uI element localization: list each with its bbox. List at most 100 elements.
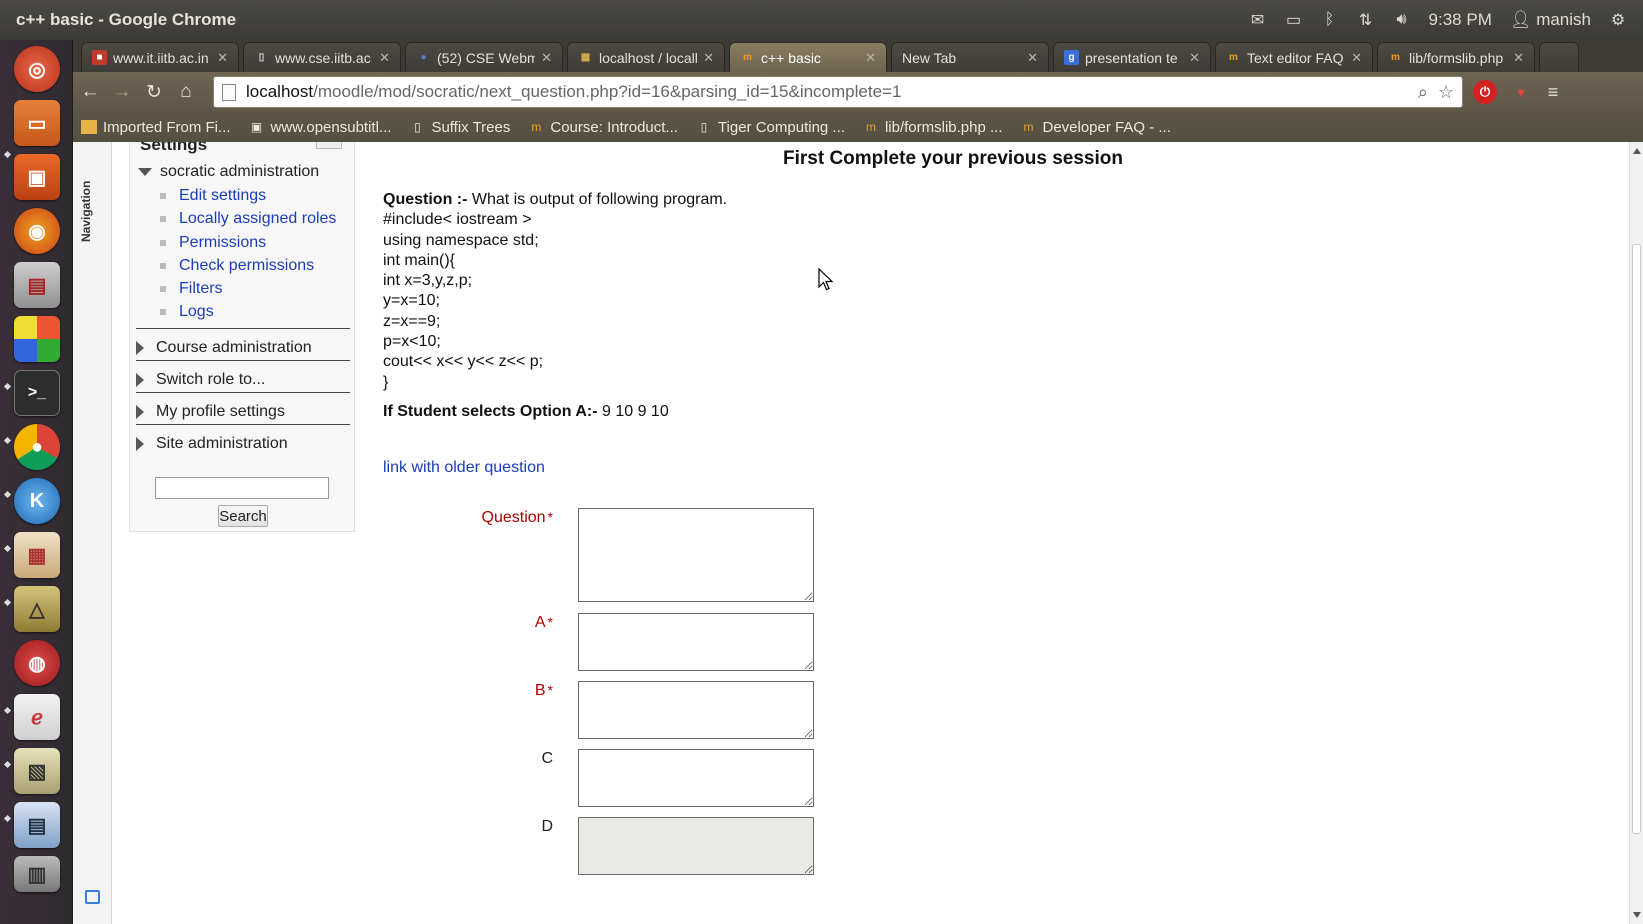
bookmark-formslib[interactable]: m lib/formslib.php ... xyxy=(863,119,1003,136)
branch-switch-role[interactable]: Switch role to... xyxy=(136,360,350,392)
user-name: manish xyxy=(1536,10,1591,29)
settings-search-input[interactable] xyxy=(155,477,329,499)
game-icon[interactable] xyxy=(14,316,60,362)
link-locally-assigned-roles[interactable]: Locally assigned roles xyxy=(160,210,336,228)
tab-new-tab[interactable]: New Tab ✕ xyxy=(891,42,1049,72)
scroll-up-icon[interactable] xyxy=(1633,148,1641,154)
home-icon[interactable]: ⌂ xyxy=(173,79,199,105)
bookmark-developer-faq[interactable]: m Developer FAQ - ... xyxy=(1020,119,1170,136)
link-filters[interactable]: Filters xyxy=(160,280,223,298)
volume-icon[interactable]: 🔊︎ xyxy=(1393,11,1411,29)
tab-cse-webmail[interactable]: ● (52) CSE Webma ✕ xyxy=(405,42,563,72)
extension-icon[interactable]: ▼ xyxy=(1509,80,1533,104)
browser-toolbar: ← → ↻ ⌂ localhost/moodle/mod/socratic/ne… xyxy=(73,72,1643,112)
user-menu[interactable]: 👤︎ manish xyxy=(1510,10,1591,30)
scroll-thumb[interactable] xyxy=(1632,244,1641,834)
required-icon: * xyxy=(547,509,553,525)
page-info-icon[interactable] xyxy=(222,83,236,101)
page-scrollbar[interactable] xyxy=(1629,142,1643,924)
question-textarea[interactable] xyxy=(578,508,814,602)
battery-icon[interactable]: ▭ xyxy=(1285,11,1303,29)
panel-clock[interactable]: 9:38 PM xyxy=(1429,10,1492,30)
option-a-textarea[interactable] xyxy=(578,613,814,671)
close-icon[interactable]: ✕ xyxy=(379,50,390,66)
option-label: If Student selects Option A:- xyxy=(383,403,598,420)
firefox-icon[interactable]: ◉ xyxy=(14,208,60,254)
tab-presentation[interactable]: g presentation te ✕ xyxy=(1053,42,1211,72)
network-icon[interactable]: ⇅ xyxy=(1357,11,1375,29)
tab-cse-iitb[interactable]: ▯ www.cse.iitb.ac ✕ xyxy=(243,42,401,72)
close-icon[interactable]: ✕ xyxy=(217,50,228,66)
branch-course-administration[interactable]: Course administration xyxy=(136,328,350,360)
chrome-icon[interactable]: ● xyxy=(14,424,60,470)
branch-site-administration[interactable]: Site administration xyxy=(136,424,350,456)
bullet-icon xyxy=(160,286,166,292)
tab-label: New Tab xyxy=(902,49,957,66)
bookmark-imported[interactable]: Imported From Fi... xyxy=(81,119,231,136)
option-b-textarea[interactable] xyxy=(578,681,814,739)
bookmark-suffix-trees[interactable]: ▯ Suffix Trees xyxy=(409,119,510,136)
close-icon[interactable]: ✕ xyxy=(865,50,876,66)
bookmark-tiger[interactable]: ▯ Tiger Computing ... xyxy=(696,119,845,136)
power-icon[interactable]: ⚙ xyxy=(1609,11,1627,29)
kde-icon[interactable]: K xyxy=(14,478,60,524)
forward-icon[interactable]: → xyxy=(109,79,135,105)
option-d-textarea[interactable] xyxy=(578,817,814,875)
network-manager-icon[interactable]: ◍ xyxy=(14,640,60,686)
tab-cpp-basic[interactable]: m c++ basic ✕ xyxy=(729,42,887,72)
editor-icon[interactable]: ℯ xyxy=(14,694,60,740)
launcher-pip xyxy=(3,490,12,499)
tab-formslib[interactable]: m lib/formslib.php ✕ xyxy=(1377,42,1535,72)
mail-icon[interactable]: ✉ xyxy=(1249,11,1267,29)
moodle-icon: m xyxy=(1229,52,1238,63)
close-icon[interactable]: ✕ xyxy=(1027,50,1038,66)
bookmark-label: Course: Introduct... xyxy=(550,118,678,136)
document-viewer-icon[interactable]: ▤ xyxy=(14,262,60,308)
branch-my-profile-settings[interactable]: My profile settings xyxy=(136,392,350,424)
presentation-icon[interactable]: ▦ xyxy=(14,532,60,578)
close-icon[interactable]: ✕ xyxy=(1513,50,1524,66)
link-edit-settings[interactable]: Edit settings xyxy=(160,187,266,205)
link-check-permissions[interactable]: Check permissions xyxy=(160,257,314,275)
tab-text-editor-faq[interactable]: m Text editor FAQ ✕ xyxy=(1215,42,1373,72)
bookmark-opensubtitles[interactable]: ▣ www.opensubtitl... xyxy=(249,119,392,136)
question-field-label: Question * xyxy=(383,509,554,527)
block-collapse-icon[interactable] xyxy=(316,142,342,149)
scroll-down-icon[interactable] xyxy=(1633,912,1641,918)
close-icon[interactable]: ✕ xyxy=(1351,50,1362,66)
reload-icon[interactable]: ↻ xyxy=(141,79,167,105)
tab-it-iitb[interactable]: ■ www.it.iitb.ac.in ✕ xyxy=(81,42,239,72)
link-permissions[interactable]: Permissions xyxy=(160,234,266,252)
writer-icon[interactable]: ▤ xyxy=(14,802,60,848)
dock-icon[interactable] xyxy=(85,890,100,904)
link-older-question[interactable]: link with older question xyxy=(383,459,545,477)
expanded-arrow-icon xyxy=(138,168,152,176)
bookmark-star-icon[interactable]: ☆ xyxy=(1438,82,1454,103)
adblock-icon[interactable]: ⏻ xyxy=(1473,80,1497,104)
bookmark-course[interactable]: m Course: Introduct... xyxy=(528,119,678,136)
close-icon[interactable]: ✕ xyxy=(703,50,714,66)
trash-icon[interactable]: ▥ xyxy=(14,856,60,892)
close-icon[interactable]: ✕ xyxy=(1189,50,1200,66)
files-icon[interactable]: ▭ xyxy=(14,100,60,146)
chrome-menu-icon[interactable]: ≡ xyxy=(1541,80,1565,104)
field-label-text: Question xyxy=(481,509,546,526)
settings-search-button[interactable]: Search xyxy=(218,505,268,527)
software-center-icon[interactable]: ▣ xyxy=(14,154,60,200)
image-viewer-icon[interactable]: ▧ xyxy=(14,748,60,794)
tree-root-socratic[interactable]: socratic administration xyxy=(138,163,319,181)
link-logs[interactable]: Logs xyxy=(160,303,214,321)
close-icon[interactable]: ✕ xyxy=(541,50,552,66)
back-icon[interactable]: ← xyxy=(77,79,103,105)
address-bar[interactable]: localhost/moodle/mod/socratic/next_quest… xyxy=(213,76,1463,108)
new-tab-button[interactable] xyxy=(1539,42,1579,72)
navigation-dock-label[interactable]: Navigation xyxy=(79,181,93,242)
terminal-icon[interactable]: >_ xyxy=(14,370,60,416)
zoom-icon[interactable]: ⌕ xyxy=(1418,82,1428,103)
bluetooth-icon[interactable]: ᛒ xyxy=(1321,11,1339,29)
page-heading: First Complete your previous session xyxy=(783,148,1123,169)
tab-localhost[interactable]: ▦ localhost / locall ✕ xyxy=(567,42,725,72)
draw-icon[interactable]: △ xyxy=(14,586,60,632)
option-c-textarea[interactable] xyxy=(578,749,814,807)
dash-icon[interactable]: ◎ xyxy=(14,46,60,92)
